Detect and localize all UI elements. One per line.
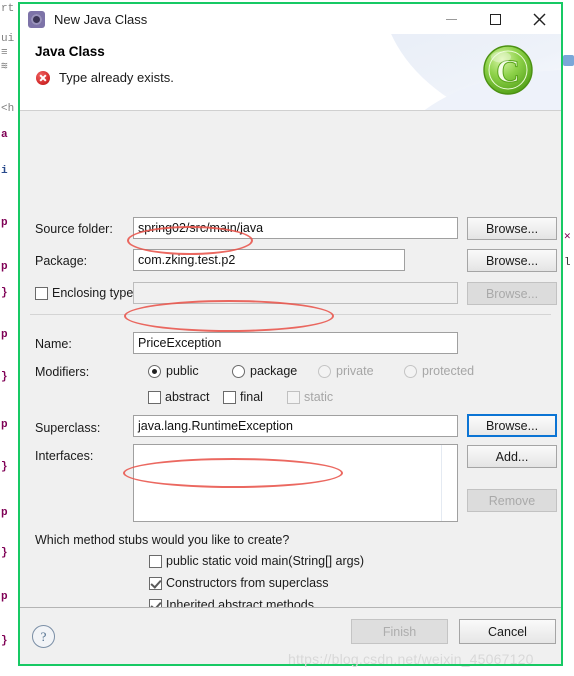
interfaces-listbox[interactable] (133, 444, 458, 522)
background-editor-right-strip: ✕ l (563, 0, 574, 676)
dialog-title: New Java Class (54, 11, 148, 27)
superclass-input[interactable]: java.lang.RuntimeException (133, 415, 458, 437)
source-folder-browse-button[interactable]: Browse... (467, 217, 557, 240)
bg-fragment: i (1, 165, 8, 177)
superclass-browse-button[interactable]: Browse... (467, 414, 557, 437)
modifier-label-static: static (304, 390, 334, 404)
dialog-banner: Java Class Type already exists. C (20, 34, 561, 111)
dialog-body: Source folder: spring02/src/main/java Br… (20, 111, 561, 664)
modifier-label-public: public (166, 364, 199, 378)
form-separator-1 (30, 314, 551, 315)
stub-checkbox-constructors-from-superclass[interactable] (149, 577, 162, 590)
banner-title: Java Class (35, 44, 105, 59)
bg-fragment: } (1, 371, 8, 383)
bg-fragment: } (1, 461, 8, 473)
bg-fragment: } (1, 287, 8, 299)
modifiers-label: Modifiers: (35, 365, 90, 379)
finish-button: Finish (351, 619, 448, 644)
bg-fragment: p (1, 217, 8, 229)
dialog-titlebar: New Java Class (20, 4, 561, 34)
modifier-label-private: private (336, 364, 374, 378)
bg-fragment: p (1, 591, 8, 603)
bg-fragment: } (1, 547, 8, 559)
modifier-label-abstract: abstract (165, 390, 210, 404)
maximize-icon (489, 13, 501, 25)
bg-fragment: ≡ (1, 47, 8, 59)
error-icon (36, 70, 50, 85)
bg-fragment: a (1, 129, 8, 141)
maximize-button[interactable] (473, 4, 517, 34)
bg-fragment: <h (1, 103, 15, 115)
minimize-icon (445, 18, 457, 20)
java-class-wizard-icon (28, 10, 45, 28)
cancel-button[interactable]: Cancel (459, 619, 556, 644)
enclosing-type-checkbox[interactable] (35, 287, 48, 300)
enclosing-type-browse-button: Browse... (467, 282, 557, 305)
bg-fragment: ✕ (564, 231, 571, 243)
modifier-label-final: final (240, 390, 263, 404)
modifier-label-protected: protected (422, 364, 475, 378)
bg-fragment: ui (1, 33, 15, 45)
interfaces-label: Interfaces: (35, 449, 94, 463)
package-browse-button[interactable]: Browse... (467, 249, 557, 272)
new-java-class-dialog: New Java Class Java Class Type already e… (18, 2, 563, 666)
banner-message: Type already exists. (36, 70, 174, 85)
package-label: Package: (35, 254, 88, 268)
bg-fragment: } (1, 635, 8, 647)
background-editor-left-gutter: rt ui ≡ ≋ <h a i p p } p } p } p } p } (0, 0, 18, 676)
stub-checkbox-main-method[interactable] (149, 555, 162, 568)
globe-icon (563, 55, 574, 66)
bg-fragment: p (1, 261, 8, 273)
stub-label-main-method: public static void main(String[] args) (166, 554, 364, 568)
interfaces-remove-button: Remove (467, 489, 557, 512)
banner-message-text: Type already exists. (59, 70, 174, 85)
modifier-radio-package[interactable] (232, 365, 245, 378)
stub-label-constructors-from-superclass: Constructors from superclass (166, 576, 329, 590)
window-controls (429, 4, 561, 34)
bg-fragment: rt (1, 3, 15, 15)
modifier-checkbox-static (287, 391, 300, 404)
interfaces-scrollbar[interactable] (441, 445, 457, 521)
name-label: Name: (35, 337, 72, 351)
package-input[interactable]: com.zking.test.p2 (133, 249, 405, 271)
source-folder-input[interactable]: spring02/src/main/java (133, 217, 458, 239)
method-stubs-question: Which method stubs would you like to cre… (35, 533, 290, 547)
modifier-checkbox-abstract[interactable] (148, 391, 161, 404)
close-icon (533, 13, 545, 25)
interfaces-add-button[interactable]: Add... (467, 445, 557, 468)
help-button[interactable]: ? (32, 625, 55, 648)
modifier-label-package: package (250, 364, 298, 378)
bg-fragment: p (1, 329, 8, 341)
enclosing-type-label: Enclosing type: (52, 286, 137, 300)
minimize-button[interactable] (429, 4, 473, 34)
watermark: https://blog.csdn.net/weixin_45067120 (288, 651, 534, 667)
java-class-green-c-logo: C (483, 45, 533, 95)
source-folder-label: Source folder: (35, 222, 113, 236)
bg-fragment: p (1, 419, 8, 431)
modifier-radio-private (318, 365, 331, 378)
modifier-radio-protected (404, 365, 417, 378)
close-button[interactable] (517, 4, 561, 34)
enclosing-type-input (133, 282, 458, 304)
superclass-label: Superclass: (35, 421, 101, 435)
name-input[interactable]: PriceException (133, 332, 458, 354)
bg-fragment: ≋ (1, 61, 8, 73)
bg-fragment: l (564, 257, 571, 269)
bg-fragment: p (1, 507, 8, 519)
modifier-checkbox-final[interactable] (223, 391, 236, 404)
modifier-radio-public[interactable] (148, 365, 161, 378)
